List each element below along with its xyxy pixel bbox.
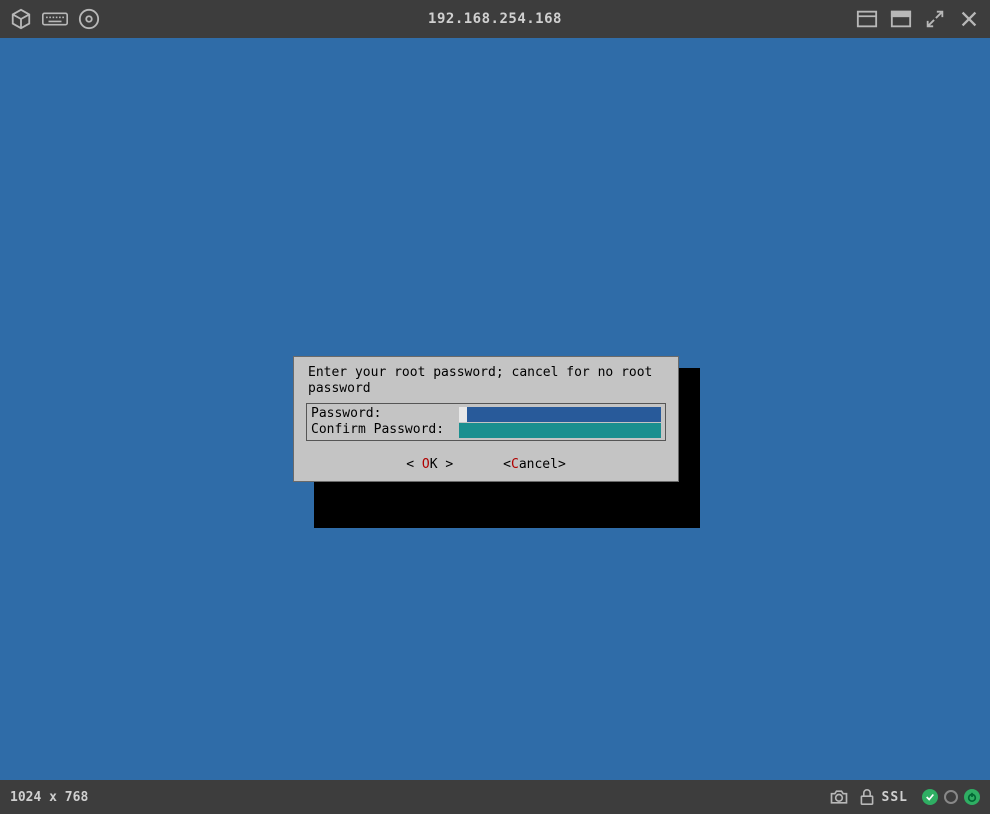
panel-icon[interactable] — [854, 6, 880, 32]
confirm-password-row: Confirm Password: — [311, 422, 661, 438]
fullscreen-icon[interactable] — [922, 6, 948, 32]
ok-button[interactable]: < OK > — [406, 457, 453, 473]
close-icon[interactable] — [956, 6, 982, 32]
text-cursor — [459, 407, 467, 422]
disc-icon[interactable] — [76, 6, 102, 32]
status-bar: 1024 x 768 SSL — [0, 780, 990, 814]
status-dot-idle[interactable] — [944, 790, 958, 804]
camera-icon[interactable] — [828, 786, 850, 808]
password-label: Password: — [311, 406, 459, 422]
status-dot-connected[interactable] — [922, 789, 938, 805]
password-row: Password: — [311, 406, 661, 422]
password-input[interactable] — [459, 407, 661, 422]
password-fields-box: Password: Confirm Password: — [306, 403, 666, 441]
lock-icon — [856, 786, 878, 808]
password-dialog: Enter your root password; cancel for no … — [293, 356, 679, 482]
connection-title: 192.168.254.168 — [428, 11, 562, 27]
cancel-button[interactable]: <Cancel> — [503, 457, 566, 473]
console-viewport: Enter your root password; cancel for no … — [0, 38, 990, 780]
dialog-message: Enter your root password; cancel for no … — [306, 363, 666, 401]
keyboard-icon[interactable] — [42, 6, 68, 32]
window-icon[interactable] — [888, 6, 914, 32]
cube-icon[interactable] — [8, 6, 34, 32]
ssl-label: SSL — [882, 790, 908, 805]
vnc-toolbar: 192.168.254.168 — [0, 0, 990, 38]
confirm-password-label: Confirm Password: — [311, 422, 459, 438]
power-button[interactable] — [964, 789, 980, 805]
confirm-password-input[interactable] — [459, 423, 661, 438]
resolution-label: 1024 x 768 — [10, 790, 88, 805]
dialog-button-row: < OK > <Cancel> — [298, 457, 674, 473]
